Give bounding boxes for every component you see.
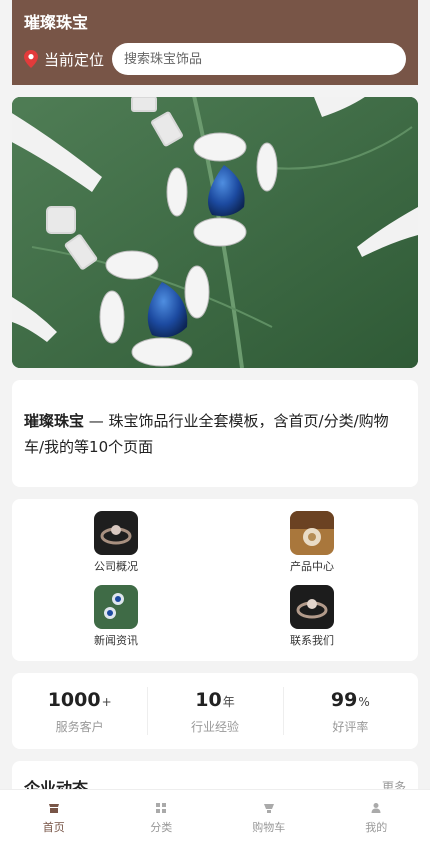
cart-icon — [263, 804, 274, 813]
stat-label: 服务客户 — [55, 720, 104, 734]
stat-experience: 10年 行业经验 — [147, 673, 282, 749]
earrings-photo — [12, 97, 418, 368]
grid-item-label: 新闻资讯 — [94, 634, 138, 647]
search-input[interactable] — [112, 43, 406, 75]
grid-item-label: 产品中心 — [290, 560, 334, 573]
brand-title: 璀璨珠宝 — [24, 13, 89, 32]
stat-unit: + — [101, 695, 112, 709]
ring-thumbnail-icon — [290, 585, 334, 629]
grid-item-contact[interactable]: 联系我们 — [267, 585, 357, 648]
stat-label: 行业经验 — [190, 720, 239, 734]
stat-value: 10 — [195, 689, 222, 711]
stat-unit: % — [358, 695, 370, 709]
tab-label: 购物车 — [252, 821, 286, 834]
intro-brand: 璀璨珠宝 — [24, 412, 85, 430]
location-pin-icon — [24, 50, 38, 68]
tab-home[interactable]: 首页 — [0, 790, 108, 844]
tab-bar: 首页 分类 购物车 我的 — [0, 789, 430, 844]
jewelry-thumbnail-icon — [290, 511, 334, 555]
tab-label: 首页 — [42, 821, 65, 834]
home-icon — [48, 804, 59, 813]
ring-thumbnail-icon — [94, 511, 138, 555]
stat-label: 好评率 — [332, 720, 369, 734]
tab-label: 我的 — [365, 821, 388, 834]
banner-image[interactable] — [12, 97, 418, 368]
grid-item-company[interactable]: 公司概况 — [71, 511, 161, 574]
stat-customers: 1000+ 服务客户 — [12, 673, 147, 749]
grid-item-label: 公司概况 — [94, 560, 138, 573]
grid-icon — [156, 803, 167, 813]
feature-grid: 公司概况 产品中心 新闻资讯 联系我们 — [12, 499, 418, 661]
header-row: 当前定位 — [24, 43, 406, 75]
tab-profile[interactable]: 我的 — [323, 790, 430, 844]
header: 璀璨珠宝 当前定位 — [12, 0, 418, 85]
grid-item-products[interactable]: 产品中心 — [267, 511, 357, 574]
user-icon — [371, 803, 381, 813]
grid-item-news[interactable]: 新闻资讯 — [71, 585, 161, 648]
stat-value: 1000 — [47, 689, 101, 711]
intro-card: 璀璨珠宝 — 珠宝饰品行业全套模板，含首页/分类/购物车/我的等10个页面 — [12, 380, 418, 487]
tab-label: 分类 — [150, 821, 173, 834]
earring-thumbnail-icon — [94, 585, 138, 629]
tab-cart[interactable]: 购物车 — [215, 790, 323, 844]
location-label: 当前定位 — [44, 50, 105, 69]
tab-category[interactable]: 分类 — [108, 790, 216, 844]
stat-value: 99 — [330, 689, 358, 711]
location-button[interactable]: 当前定位 — [24, 49, 104, 70]
grid-item-label: 联系我们 — [290, 634, 334, 647]
stats-card: 1000+ 服务客户 10年 行业经验 99% 好评率 — [12, 673, 418, 749]
stat-unit: 年 — [222, 695, 235, 709]
stat-rating: 99% 好评率 — [282, 673, 418, 749]
